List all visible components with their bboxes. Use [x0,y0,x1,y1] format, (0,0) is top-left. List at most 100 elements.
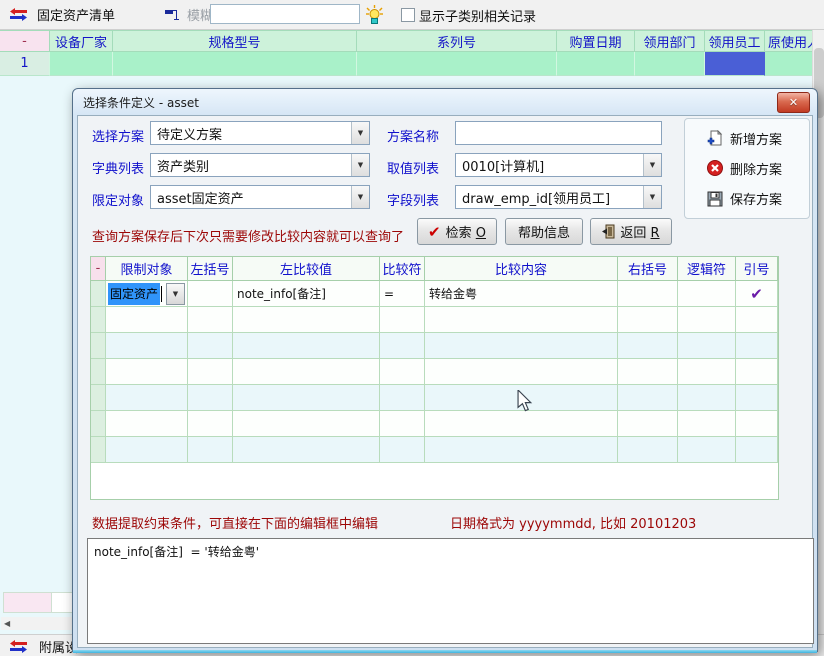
logic-cell[interactable] [678,281,736,307]
fuzzy-search-input[interactable] [210,4,360,24]
chevron-down-icon[interactable]: ▼ [643,186,661,208]
object-cell[interactable]: 固定资产 ▼ [106,281,188,307]
plan-select-dropdown[interactable]: 待定义方案 ▼ [150,121,370,145]
scroll-left-icon[interactable]: ◀ [4,619,10,628]
back-button[interactable]: 返回 R [590,218,672,245]
grid-cell[interactable] [425,437,618,463]
grid-cell[interactable] [425,359,618,385]
table-cell[interactable] [50,52,113,76]
help-button[interactable]: 帮助信息 [505,218,583,245]
dialog-titlebar[interactable]: 选择条件定义 - asset ✕ [73,89,817,115]
close-button[interactable]: ✕ [777,92,810,113]
row-selector-cell[interactable] [91,333,106,359]
grid-cell[interactable] [380,307,425,333]
plan-name-input[interactable] [455,121,662,145]
grid-cell[interactable] [618,333,678,359]
grid-cell[interactable] [618,359,678,385]
grid-cell[interactable] [678,385,736,411]
quote-cell[interactable]: ✔ [736,281,778,307]
row-selector-cell[interactable] [91,307,106,333]
row-selector-cell[interactable] [91,385,106,411]
lamp-icon[interactable] [366,5,383,24]
grid-cell[interactable] [618,411,678,437]
column-header[interactable]: 系列号 [357,30,557,52]
grid-cell[interactable] [425,411,618,437]
operator-cell[interactable]: = [380,281,425,307]
column-header[interactable]: 引号 [736,257,778,281]
value-list-dropdown[interactable]: 0010[计算机] ▼ [455,153,662,177]
row-selector-cell[interactable] [91,359,106,385]
grid-cell[interactable] [736,333,778,359]
grid-cell[interactable] [188,359,233,385]
right-bracket-cell[interactable] [618,281,678,307]
condition-editor[interactable]: note_info[备注] = '转给金粤' [87,538,814,644]
object-dropdown[interactable]: asset固定资产 ▼ [150,185,370,209]
grid-cell[interactable] [736,359,778,385]
grid-cell[interactable] [188,307,233,333]
table-cell[interactable] [557,52,635,76]
column-header[interactable]: 规格型号 [113,30,357,52]
grid-cell[interactable] [233,411,380,437]
grid-cell[interactable] [678,359,736,385]
left-bracket-cell[interactable] [188,281,233,307]
row-selector-cell[interactable] [91,411,106,437]
chevron-down-icon[interactable]: ▼ [351,122,369,144]
search-button[interactable]: ✔ 检索 O [417,218,497,245]
grid-cell[interactable] [380,333,425,359]
grid-cell[interactable] [106,385,188,411]
grid-cell[interactable] [380,385,425,411]
object-cell-combo[interactable]: 固定资产 ▼ [108,283,185,305]
grid-cell[interactable] [736,307,778,333]
table-cell[interactable] [635,52,705,76]
grid-cell[interactable] [736,385,778,411]
show-subcategory-checkbox[interactable] [401,8,415,22]
column-header[interactable]: - [91,257,106,281]
column-header[interactable]: 逻辑符 [678,257,736,281]
grid-cell[interactable] [106,437,188,463]
left-value-cell[interactable]: note_info[备注] [233,281,380,307]
grid-cell[interactable] [678,411,736,437]
column-header[interactable]: 领用部门 [635,30,705,52]
chevron-down-icon[interactable]: ▼ [351,186,369,208]
column-header[interactable]: 右括号 [618,257,678,281]
grid-cell[interactable] [106,359,188,385]
grid-cell[interactable] [188,411,233,437]
row-number-cell[interactable]: 1 [0,52,50,76]
column-header[interactable]: 左括号 [188,257,233,281]
chevron-down-icon[interactable]: ▼ [351,154,369,176]
delete-plan-button[interactable]: 删除方案 [707,159,809,178]
grid-cell[interactable] [233,359,380,385]
dict-list-dropdown[interactable]: 资产类别 ▼ [150,153,370,177]
grid-cell[interactable] [425,333,618,359]
grid-cell[interactable] [736,437,778,463]
column-header[interactable]: 设备厂家 [50,30,113,52]
save-plan-button[interactable]: 保存方案 [707,189,809,208]
grid-cell[interactable] [618,385,678,411]
grid-cell[interactable] [678,333,736,359]
row-selector-cell[interactable] [91,281,106,307]
new-plan-button[interactable]: 新增方案 [707,129,809,148]
grid-cell[interactable] [618,307,678,333]
column-header[interactable]: - [0,30,50,52]
selected-cell[interactable] [705,52,765,76]
grid-cell[interactable] [106,411,188,437]
grid-cell[interactable] [188,385,233,411]
grid-cell[interactable] [188,437,233,463]
grid-cell[interactable] [106,333,188,359]
grid-cell[interactable] [233,333,380,359]
column-header[interactable]: 购置日期 [557,30,635,52]
table-cell[interactable] [113,52,357,76]
table-cell[interactable] [357,52,557,76]
grid-cell[interactable] [618,437,678,463]
grid-cell[interactable] [736,411,778,437]
column-header[interactable]: 限制对象 [106,257,188,281]
grid-cell[interactable] [380,411,425,437]
field-list-dropdown[interactable]: draw_emp_id[领用员工] ▼ [455,185,662,209]
column-header[interactable]: 比较内容 [425,257,618,281]
column-header[interactable]: 左比较值 [233,257,380,281]
grid-cell[interactable] [106,307,188,333]
grid-cell[interactable] [380,437,425,463]
grid-cell[interactable] [188,333,233,359]
column-header[interactable]: 领用员工 [705,30,765,52]
grid-cell[interactable] [380,359,425,385]
